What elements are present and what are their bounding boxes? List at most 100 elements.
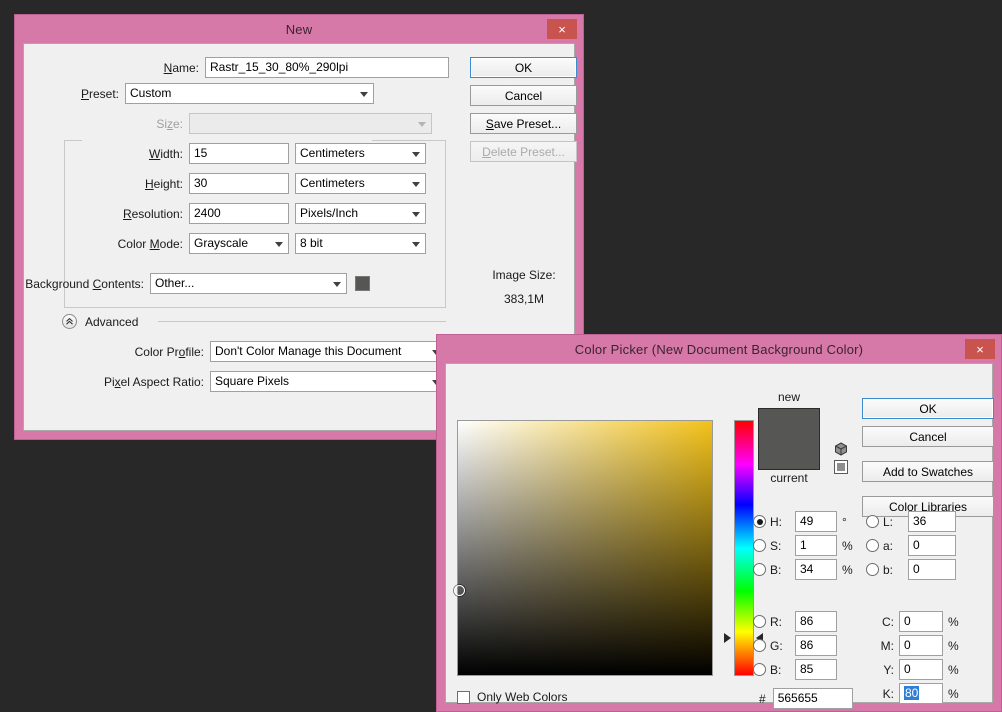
hue-marker-left-icon — [724, 633, 731, 643]
current-color-caption: current — [758, 471, 820, 485]
radio-L[interactable] — [866, 515, 879, 528]
preset-label: Preset: — [24, 87, 119, 101]
label-C: C: — [874, 615, 894, 629]
color-field-row-H: H:49° — [753, 511, 847, 532]
color-mode-value: Grayscale — [194, 236, 248, 250]
hue-slider[interactable] — [734, 420, 754, 676]
label-B: B: — [770, 663, 790, 677]
input-R[interactable]: 86 — [795, 611, 837, 632]
preset-row: Preset: Custom — [24, 83, 454, 104]
width-input[interactable]: 15 — [189, 143, 289, 164]
label-B: B: — [770, 563, 790, 577]
radio-B[interactable] — [753, 663, 766, 676]
chevron-down-icon — [412, 212, 420, 217]
color-profile-select[interactable]: Don't Color Manage this Document — [210, 341, 446, 362]
input-L[interactable]: 36 — [908, 511, 956, 532]
image-size-label: Image Size: — [459, 268, 589, 282]
ok-button[interactable]: OK — [862, 398, 994, 419]
radio-b[interactable] — [866, 563, 879, 576]
pixel-aspect-value: Square Pixels — [215, 374, 289, 388]
chevron-down-icon — [412, 152, 420, 157]
preset-select[interactable]: Custom — [125, 83, 374, 104]
hex-label: # — [759, 692, 766, 706]
groupbox-line-left — [64, 140, 82, 141]
unit-M: % — [948, 639, 959, 653]
background-contents-select[interactable]: Other... — [150, 273, 347, 294]
close-icon[interactable]: × — [547, 19, 577, 39]
width-unit-select[interactable]: Centimeters — [295, 143, 426, 164]
color-field-row-L: L:36 — [866, 511, 956, 532]
advanced-section-header[interactable]: Advanced — [62, 314, 138, 329]
square-icon[interactable] — [834, 460, 848, 474]
radio-H[interactable] — [753, 515, 766, 528]
chevron-down-icon — [412, 182, 420, 187]
height-input[interactable]: 30 — [189, 173, 289, 194]
height-unit-select[interactable]: Centimeters — [295, 173, 426, 194]
color-profile-value: Don't Color Manage this Document — [215, 344, 401, 358]
input-a[interactable]: 0 — [908, 535, 956, 556]
hex-input[interactable]: 565655 — [773, 688, 853, 709]
chevron-down-icon — [275, 242, 283, 247]
name-input[interactable]: Rastr_15_30_80%_290lpi — [205, 57, 449, 78]
collapse-chevron-up-icon[interactable] — [62, 314, 77, 329]
add-to-swatches-button[interactable]: Add to Swatches — [862, 461, 994, 482]
input-M[interactable]: 0 — [899, 635, 943, 656]
cancel-button[interactable]: Cancel — [470, 85, 577, 106]
resolution-unit-value: Pixels/Inch — [300, 206, 358, 220]
name-row: Name: Rastr_15_30_80%_290lpi — [24, 57, 454, 78]
radio-a[interactable] — [866, 539, 879, 552]
color-picker-dialog: Color Picker (New Document Background Co… — [436, 334, 1002, 712]
input-H[interactable]: 49 — [795, 511, 837, 532]
new-dialog-titlebar[interactable]: New × — [15, 15, 583, 43]
pixel-aspect-select[interactable]: Square Pixels — [210, 371, 446, 392]
only-web-colors-row[interactable]: Only Web Colors — [457, 690, 567, 704]
color-field-row-M: M:0% — [874, 635, 959, 656]
input-S[interactable]: 1 — [795, 535, 837, 556]
color-mode-row: Color Mode: Grayscale 8 bit — [24, 233, 454, 254]
input-Y[interactable]: 0 — [899, 659, 943, 680]
radio-B[interactable] — [753, 563, 766, 576]
background-contents-value: Other... — [155, 276, 194, 290]
save-preset-button[interactable]: Save Preset... — [470, 113, 577, 134]
color-mode-select[interactable]: Grayscale — [189, 233, 289, 254]
saturation-value-field[interactable] — [457, 420, 713, 676]
label-S: S: — [770, 539, 790, 553]
input-B[interactable]: 34 — [795, 559, 837, 580]
delete-preset-button: Delete Preset... — [470, 141, 577, 162]
image-size-value: 383,1M — [459, 292, 589, 306]
resolution-row: Resolution: 2400 Pixels/Inch — [24, 203, 454, 224]
color-field-row-G: G: 86 — [753, 635, 837, 656]
cancel-button[interactable]: Cancel — [862, 426, 994, 447]
radio-G[interactable] — [753, 639, 766, 652]
cube-icon[interactable] — [834, 442, 848, 459]
radio-S[interactable] — [753, 539, 766, 552]
chevron-down-icon — [412, 242, 420, 247]
radio-R[interactable] — [753, 615, 766, 628]
color-picker-titlebar[interactable]: Color Picker (New Document Background Co… — [437, 335, 1001, 363]
resolution-unit-select[interactable]: Pixels/Inch — [295, 203, 426, 224]
input-K[interactable]: 80 — [899, 683, 943, 704]
chevron-down-icon — [360, 92, 368, 97]
close-icon[interactable]: × — [965, 339, 995, 359]
color-field-row-B: B: 85 — [753, 659, 837, 680]
label-a: a: — [883, 539, 903, 553]
background-color-swatch[interactable] — [355, 276, 370, 291]
only-web-colors-checkbox[interactable] — [457, 691, 470, 704]
label-Y: Y: — [874, 663, 894, 677]
background-contents-row: Background Contents: Other... — [24, 273, 454, 294]
color-field-row-K: K:80% — [874, 683, 959, 704]
label-G: G: — [770, 639, 790, 653]
color-field-row-S: S:1% — [753, 535, 853, 556]
color-mode-label: Color Mode: — [24, 237, 183, 251]
width-unit-value: Centimeters — [300, 146, 365, 160]
label-b: b: — [883, 563, 903, 577]
color-depth-select[interactable]: 8 bit — [295, 233, 426, 254]
input-G[interactable]: 86 — [795, 635, 837, 656]
ok-button[interactable]: OK — [470, 57, 577, 78]
input-b[interactable]: 0 — [908, 559, 956, 580]
resolution-input[interactable]: 2400 — [189, 203, 289, 224]
input-B[interactable]: 85 — [795, 659, 837, 680]
input-C[interactable]: 0 — [899, 611, 943, 632]
chevron-down-icon — [333, 282, 341, 287]
current-color-swatch-box[interactable] — [758, 408, 820, 470]
